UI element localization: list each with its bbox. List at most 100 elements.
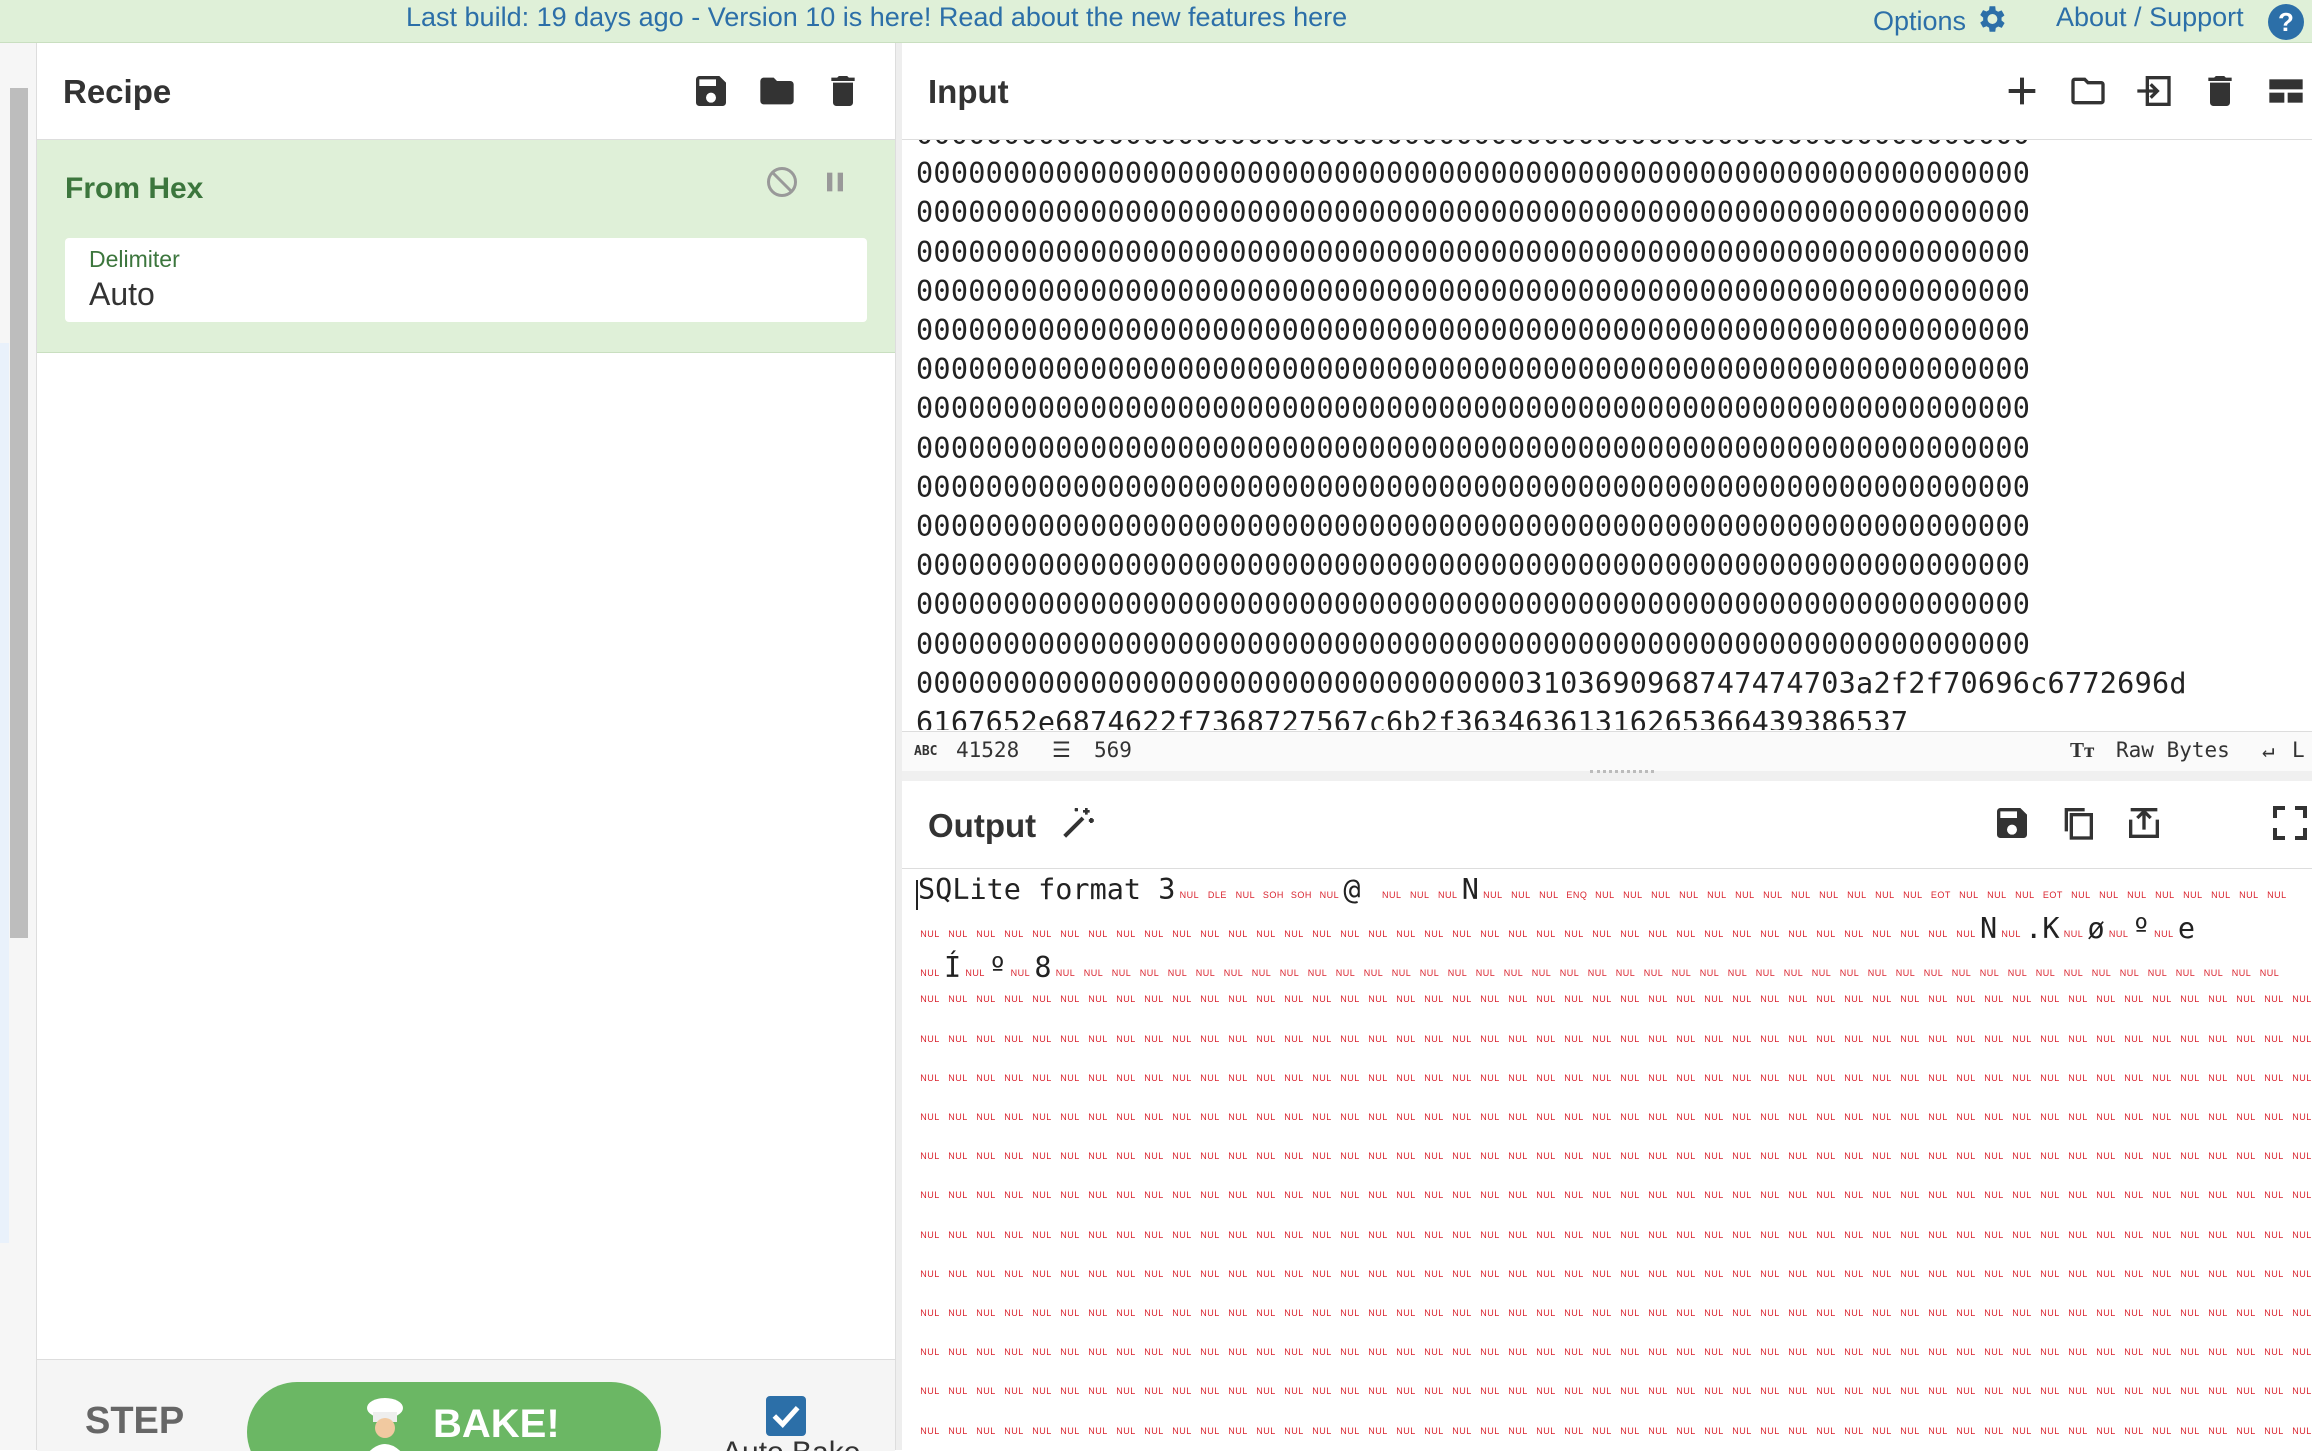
eol-select[interactable]: L bbox=[2292, 738, 2305, 762]
control-char: NUL bbox=[1284, 1033, 1304, 1044]
delimiter-field[interactable]: Delimiter Auto bbox=[65, 238, 867, 322]
disable-icon[interactable] bbox=[764, 164, 800, 200]
control-char: NUL bbox=[1788, 928, 1808, 939]
control-char: NUL bbox=[1424, 1151, 1444, 1162]
control-char: NUL bbox=[1760, 1268, 1780, 1279]
trash-icon[interactable] bbox=[823, 71, 863, 111]
resize-grip[interactable] bbox=[1590, 770, 1654, 777]
control-char: NUL bbox=[1480, 1229, 1500, 1240]
operations-list-edge bbox=[0, 343, 9, 1243]
operation-from-hex[interactable]: From Hex Delimiter Auto bbox=[37, 140, 895, 353]
control-char: NUL bbox=[1648, 1307, 1668, 1318]
maximize-icon[interactable] bbox=[2270, 803, 2310, 843]
control-char: NUL bbox=[1592, 928, 1612, 939]
input-textarea[interactable]: 0000000000000000000000000000000000000000… bbox=[902, 140, 2312, 730]
replace-input-icon[interactable] bbox=[2124, 803, 2164, 843]
save-icon[interactable] bbox=[1992, 803, 2032, 843]
folder-icon[interactable] bbox=[2068, 71, 2108, 111]
control-char: NUL bbox=[1172, 1307, 1192, 1318]
control-char: NUL bbox=[2264, 994, 2284, 1005]
control-char: NUL bbox=[2099, 889, 2119, 900]
control-char: NUL bbox=[2124, 1386, 2144, 1397]
input-line: 0000000000000000000000000000000000000000… bbox=[916, 431, 2031, 465]
save-icon[interactable] bbox=[691, 71, 731, 111]
control-char: NUL bbox=[2040, 1268, 2060, 1279]
control-char: NUL bbox=[1088, 1190, 1108, 1201]
control-char: NUL bbox=[1984, 1111, 2004, 1122]
control-char: NUL bbox=[2292, 1386, 2312, 1397]
control-char: NUL bbox=[1396, 1307, 1416, 1318]
control-char: NUL bbox=[1228, 1425, 1248, 1436]
input-line: 0000000000000000000000000000000000000000… bbox=[916, 627, 2031, 661]
control-char: NUL bbox=[1872, 1190, 1892, 1201]
control-char: NUL bbox=[1032, 928, 1052, 939]
control-char: NUL bbox=[1508, 1033, 1528, 1044]
input-lines: 569 bbox=[1094, 738, 1132, 762]
control-char: NUL bbox=[2236, 1151, 2256, 1162]
output-char bbox=[1361, 873, 1378, 906]
help-icon[interactable]: ? bbox=[2268, 4, 2304, 40]
banner-link-here[interactable]: here bbox=[1293, 2, 1347, 32]
options-button[interactable]: Options bbox=[1873, 2, 2008, 37]
pause-icon[interactable] bbox=[819, 166, 851, 198]
control-char: NUL bbox=[1368, 1307, 1388, 1318]
control-char: NUL bbox=[2012, 1072, 2032, 1083]
control-char: NUL bbox=[1284, 1347, 1304, 1358]
control-char: NUL bbox=[1620, 994, 1640, 1005]
chef-icon bbox=[359, 1396, 411, 1451]
control-char: NUL bbox=[1368, 1347, 1388, 1358]
control-char: NUL bbox=[1480, 1111, 1500, 1122]
step-button[interactable]: STEP bbox=[85, 1400, 184, 1443]
control-char: NUL bbox=[1704, 928, 1724, 939]
control-char: NUL bbox=[2012, 1268, 2032, 1279]
eol-icon[interactable]: ↵ bbox=[2262, 738, 2275, 762]
control-char: NUL bbox=[1452, 928, 1472, 939]
control-char: NUL bbox=[2292, 1072, 2312, 1083]
control-char: NUL bbox=[948, 994, 968, 1005]
control-char: NUL bbox=[1536, 1111, 1556, 1122]
output-text[interactable]: SQLite format 3 NUL DLE NUL SOH SOH NUL @ NUL NU… bbox=[902, 869, 2312, 1450]
control-char: NUL bbox=[1732, 1111, 1752, 1122]
control-char: NUL bbox=[2001, 928, 2021, 939]
control-char: NUL bbox=[920, 1347, 940, 1358]
about-support-link[interactable]: About / Support bbox=[2056, 2, 2244, 33]
control-char: NUL bbox=[1144, 994, 1164, 1005]
encoding-select[interactable]: Raw Bytes bbox=[2116, 738, 2230, 762]
control-char: NUL bbox=[2012, 1111, 2032, 1122]
control-char: NUL bbox=[1060, 1229, 1080, 1240]
control-char: NUL bbox=[1032, 1268, 1052, 1279]
plus-icon[interactable] bbox=[2002, 71, 2042, 111]
control-char: NUL bbox=[1676, 1111, 1696, 1122]
control-char: NUL bbox=[1984, 1307, 2004, 1318]
auto-bake-checkbox[interactable] bbox=[766, 1396, 806, 1436]
operations-scrollbar[interactable] bbox=[10, 88, 28, 938]
control-char: NUL bbox=[1676, 1307, 1696, 1318]
delimiter-value[interactable]: Auto bbox=[89, 276, 155, 313]
control-char: NUL bbox=[1004, 1307, 1024, 1318]
copy-icon[interactable] bbox=[2058, 803, 2098, 843]
control-char: NUL bbox=[1144, 1190, 1164, 1201]
text-size-icon: Tт bbox=[2070, 738, 2095, 762]
control-char: NUL bbox=[1900, 1229, 1920, 1240]
control-char: NUL bbox=[1844, 1347, 1864, 1358]
output-char: Í bbox=[944, 951, 962, 985]
bake-button[interactable]: BAKE! bbox=[247, 1382, 661, 1451]
control-char: NUL bbox=[2152, 1386, 2172, 1397]
folder-icon[interactable] bbox=[757, 71, 797, 111]
control-char: NUL bbox=[2236, 1033, 2256, 1044]
control-char: NUL bbox=[1396, 1386, 1416, 1397]
control-char: NUL bbox=[2208, 1111, 2228, 1122]
bake-label: BAKE! bbox=[433, 1402, 560, 1446]
trash-icon[interactable] bbox=[2200, 71, 2240, 111]
control-char: NUL bbox=[2068, 1229, 2088, 1240]
input-status-bar: ABC 41528 ☰ 569 Tт Raw Bytes ↵ L bbox=[902, 731, 2312, 772]
output-line: NUL NUL NUL NUL NUL NUL NUL NUL NUL NUL NUL NUL NUL N… bbox=[916, 1108, 2312, 1138]
control-char: NUL bbox=[1144, 1229, 1164, 1240]
load-icon[interactable] bbox=[2134, 71, 2174, 111]
layout-icon[interactable] bbox=[2266, 71, 2306, 111]
control-char: NUL bbox=[1503, 968, 1524, 979]
control-char: NUL bbox=[1928, 1307, 1948, 1318]
control-char: NUL bbox=[1116, 928, 1136, 939]
control-char: NUL bbox=[1088, 1347, 1108, 1358]
magic-wand-icon[interactable] bbox=[1058, 803, 1098, 843]
